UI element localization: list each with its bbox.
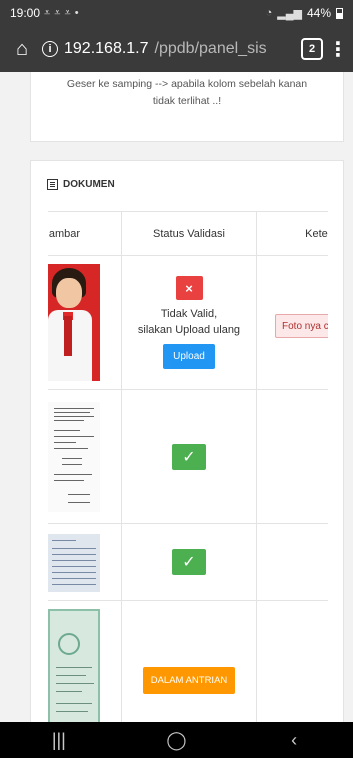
download-icon: ⩡: [54, 6, 61, 19]
thumbnail-cell: [48, 601, 121, 722]
browser-toolbar: ⌂ i 192.168.1.7/ppdb/panel_sis 2 ⋮: [0, 26, 353, 72]
wifi-icon: ◔: [265, 7, 273, 19]
dokumen-header: DOKUMEN: [47, 179, 115, 190]
scroll-hint-line2: tidak terlihat ..!: [152, 95, 222, 107]
page-content: Geser ke samping --> apabila kolom sebel…: [0, 72, 353, 722]
hint-card: Geser ke samping --> apabila kolom sebel…: [30, 72, 344, 142]
thumbnail-cell: [48, 390, 121, 523]
keterangan-cell: [256, 524, 328, 600]
info-icon[interactable]: i: [42, 41, 58, 57]
signal-icon: ▂▄▆: [277, 7, 302, 20]
header-status-validasi: Status Validasi: [121, 212, 256, 255]
status-cell: ✓: [121, 524, 256, 600]
document-list-icon: [47, 179, 58, 190]
keterangan-note: Foto nya c: [275, 314, 328, 338]
dokumen-card: DOKUMEN ambar Status Validasi Keterang: [30, 160, 344, 722]
url-bar[interactable]: i 192.168.1.7/ppdb/panel_sis: [42, 32, 287, 66]
document-scan-thumbnail[interactable]: [48, 402, 100, 512]
table-row: DALAM ANTRIAN: [48, 601, 328, 722]
queued-status-badge: DALAM ANTRIAN: [142, 667, 236, 694]
url-host: 192.168.1.7: [64, 40, 149, 57]
scroll-hint-line1: Geser ke samping --> apabila kolom sebel…: [66, 78, 308, 90]
status-time: 19:00: [10, 6, 41, 20]
battery-level: 44%: [306, 6, 331, 20]
birth-certificate-thumbnail[interactable]: [48, 609, 100, 722]
recent-apps-icon[interactable]: |||: [29, 730, 89, 751]
download-icon: ⩡: [64, 6, 71, 19]
scroll-hint: Geser ke samping --> apabila kolom sebel…: [31, 76, 343, 110]
family-card-thumbnail[interactable]: [48, 534, 100, 592]
student-photo-thumbnail[interactable]: [48, 264, 100, 381]
table-header-row: ambar Status Validasi Keterang: [48, 211, 328, 256]
status-cell: ✓: [121, 390, 256, 523]
url-path: /ppdb/panel_sis: [154, 40, 267, 57]
upload-button[interactable]: Upload: [163, 344, 215, 369]
table-row: ✓: [48, 390, 328, 524]
invalid-message-line1: Tidak Valid,: [160, 308, 218, 320]
battery-icon: [336, 7, 343, 19]
keterangan-cell: [256, 390, 328, 523]
status-cell: × Tidak Valid, silakan Upload ulang Uplo…: [121, 256, 256, 389]
status-cell: DALAM ANTRIAN: [121, 601, 256, 722]
status-bar: 19:00 ⩡ ⩡ ⩡ • ◔ ▂▄▆ 44%: [0, 0, 353, 26]
dokumen-table-scroll[interactable]: ambar Status Validasi Keterang: [48, 211, 328, 722]
thumbnail-cell: [48, 256, 121, 389]
download-icon: ⩡: [44, 6, 51, 19]
table-row: × Tidak Valid, silakan Upload ulang Uplo…: [48, 256, 328, 390]
table-row: ✓: [48, 524, 328, 601]
header-gambar: ambar: [48, 227, 81, 240]
valid-status-badge: ✓: [172, 443, 206, 470]
valid-status-badge: ✓: [172, 549, 206, 575]
thumbnail-cell: [48, 524, 121, 600]
invalid-message-line2: silakan Upload ulang: [137, 324, 241, 336]
notification-dot-icon: •: [74, 7, 79, 19]
dokumen-title: DOKUMEN: [63, 179, 115, 190]
more-options-icon[interactable]: ⋮: [328, 37, 348, 62]
home-nav-icon[interactable]: ◯: [146, 730, 206, 751]
back-icon[interactable]: ‹: [264, 730, 324, 751]
header-keterangan: Keterang: [256, 212, 328, 255]
keterangan-cell: [256, 601, 328, 722]
invalid-status-badge: ×: [175, 276, 203, 300]
home-icon[interactable]: ⌂: [8, 35, 36, 63]
system-nav-bar: ||| ◯ ‹: [0, 722, 353, 758]
keterangan-cell: Foto nya c: [256, 256, 328, 389]
tab-switcher-button[interactable]: 2: [301, 38, 323, 60]
